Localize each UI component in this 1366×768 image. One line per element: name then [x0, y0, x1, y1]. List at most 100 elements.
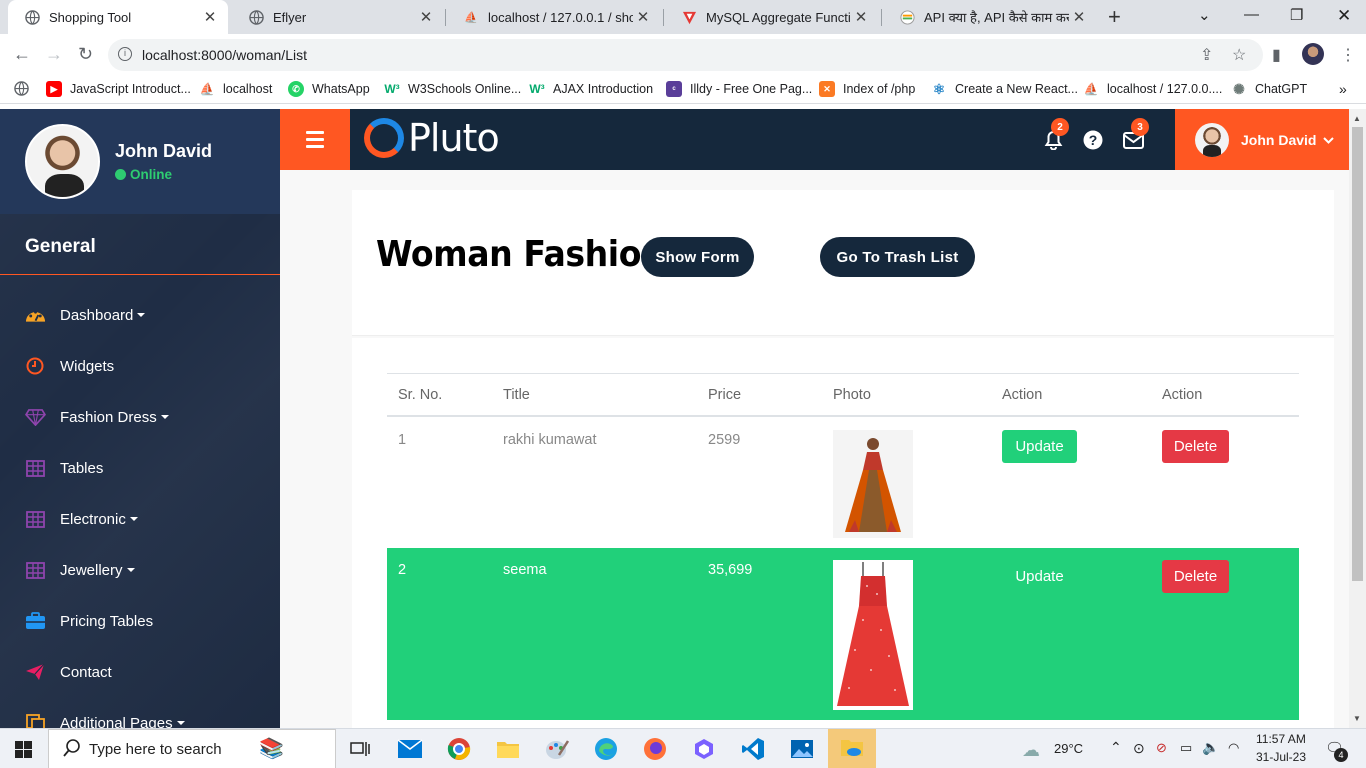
messages-button[interactable]: 3	[1122, 118, 1149, 151]
bookmark-item[interactable]: ⛵ localhost / 127.0.0....	[1083, 81, 1223, 97]
chrome-icon[interactable]	[445, 735, 473, 763]
tray-app-icon[interactable]: ⊙	[1133, 740, 1145, 757]
online-dot-icon	[115, 169, 126, 180]
tab-mysql-aggregate[interactable]: MySQL Aggregate Functions ✕	[665, 0, 879, 34]
side-panel-icon[interactable]: ▮	[1272, 45, 1281, 65]
bookmark-item[interactable]: W³ AJAX Introduction	[529, 81, 653, 97]
dashboard-icon	[24, 304, 46, 326]
top-navbar: Pluto 2 ? 3 John David	[280, 109, 1349, 170]
restore-icon[interactable]: ❐	[1290, 6, 1303, 24]
firefox-icon[interactable]	[641, 735, 669, 763]
bookmark-item[interactable]: ✆ WhatsApp	[288, 81, 370, 97]
tab-eflyer[interactable]: Eflyer ✕	[232, 0, 444, 34]
copilot-app-icon[interactable]	[690, 735, 718, 763]
close-window-icon[interactable]: ✕	[1337, 6, 1351, 26]
new-tab-icon[interactable]: +	[1108, 4, 1121, 30]
tab-title: localhost / 127.0.0.1 / shoping	[488, 9, 633, 25]
sidebar-item-tables[interactable]: Tables	[0, 448, 280, 488]
sidebar-item-additional-pages[interactable]: Additional Pages	[0, 703, 280, 728]
photos-icon[interactable]	[788, 735, 816, 763]
help-button[interactable]: ?	[1082, 129, 1104, 151]
wifi-icon[interactable]: ◠	[1228, 740, 1239, 756]
bookmark-star-icon[interactable]: ☆	[1232, 45, 1246, 65]
tab-search-chevron-icon[interactable]: ⌄	[1198, 6, 1211, 24]
forward-icon[interactable]: →	[45, 44, 63, 65]
bookmark-item[interactable]: ✺ ChatGPT	[1231, 81, 1307, 97]
tray-antivirus-icon[interactable]: ⊘	[1156, 740, 1167, 756]
xampp-icon: ✕	[819, 81, 835, 97]
vscode-icon[interactable]	[739, 735, 767, 763]
close-tab-icon[interactable]: ✕	[851, 8, 871, 26]
sidebar-item-dashboard[interactable]: Dashboard	[0, 295, 280, 335]
paint-icon[interactable]	[543, 735, 571, 763]
browser-menu-icon[interactable]: ⋮	[1340, 45, 1356, 65]
update-button[interactable]: Update	[1002, 430, 1077, 463]
bookmark-item[interactable]: ▶ JavaScript Introduct...	[46, 81, 191, 97]
chatgpt-icon: ✺	[1233, 80, 1245, 97]
scrollbar-thumb[interactable]	[1352, 127, 1363, 581]
sidebar-item-label: Additional Pages	[60, 714, 173, 729]
tab-api-article[interactable]: API क्या है, API कैसे काम करता ✕	[883, 0, 1097, 34]
minimize-icon[interactable]: —	[1244, 6, 1259, 23]
sidebar-item-pricing-tables[interactable]: Pricing Tables	[0, 601, 280, 641]
profile-avatar[interactable]	[1302, 43, 1324, 65]
sidebar-item-electronic[interactable]: Electronic	[0, 499, 280, 539]
file-explorer-icon[interactable]	[494, 735, 522, 763]
close-tab-icon[interactable]: ✕	[416, 8, 436, 26]
apps-globe-icon[interactable]	[14, 81, 29, 96]
sidebar-item-widgets[interactable]: Widgets	[0, 346, 280, 386]
battery-icon[interactable]: ▭	[1180, 740, 1192, 756]
page-scrollbar[interactable]: ▲ ▼	[1349, 109, 1366, 728]
notifications-button[interactable]: 2	[1042, 118, 1069, 151]
share-icon[interactable]: ⇪	[1200, 45, 1213, 65]
task-view-icon[interactable]	[346, 735, 374, 763]
show-form-button[interactable]: Show Form	[641, 237, 754, 277]
sidebar-item-contact[interactable]: Contact	[0, 652, 280, 692]
reload-icon[interactable]: ↻	[78, 44, 93, 65]
clock-time[interactable]: 11:57 AM	[1256, 732, 1306, 746]
url-input[interactable]: localhost:8000/woman/List	[108, 39, 1263, 71]
bookmark-item[interactable]: ⛵ localhost	[199, 81, 273, 97]
weather-temp[interactable]: 29°C	[1054, 741, 1083, 756]
globe-icon	[24, 9, 40, 25]
sidebar-item-jewellery[interactable]: Jewellery	[0, 550, 280, 590]
close-tab-icon[interactable]: ✕	[633, 8, 653, 26]
bookmark-item[interactable]: W³ W3Schools Online...	[384, 81, 521, 97]
back-icon[interactable]: ←	[13, 44, 31, 65]
xampp-taskbar-app[interactable]	[828, 729, 876, 768]
site-info-icon[interactable]: i	[118, 47, 132, 61]
windows-start-icon[interactable]	[15, 741, 32, 763]
scroll-down-icon[interactable]: ▼	[1353, 714, 1361, 723]
tray-chevron-icon[interactable]: ⌃	[1110, 739, 1122, 756]
close-tab-icon[interactable]: ✕	[1069, 8, 1089, 26]
bookmark-label: Illdy - Free One Pag...	[690, 82, 813, 96]
w3schools-icon: W³	[529, 82, 545, 96]
clock-date[interactable]: 31-Jul-23	[1256, 750, 1306, 764]
bookmark-item[interactable]: ⚛ Create a New React...	[931, 81, 1078, 97]
pluto-logo[interactable]: Pluto	[364, 116, 500, 160]
scroll-up-icon[interactable]: ▲	[1353, 114, 1361, 123]
trash-list-button[interactable]: Go To Trash List	[820, 237, 975, 277]
notifications-badge: 2	[1051, 118, 1069, 136]
update-button[interactable]: Update	[1002, 560, 1077, 593]
delete-button[interactable]: Delete	[1162, 560, 1229, 593]
tab-phpmyadmin[interactable]: ⛵ localhost / 127.0.0.1 / shoping ✕	[447, 0, 661, 34]
bookmark-item[interactable]: ✕ Index of /php	[819, 81, 915, 97]
bookmark-item[interactable]: c Illdy - Free One Pag...	[666, 81, 812, 97]
taskbar-search-input[interactable]: Type here to search 📚	[48, 729, 336, 768]
sidebar-toggle-button[interactable]	[280, 109, 350, 170]
volume-icon[interactable]: 🔈	[1202, 739, 1219, 756]
sidebar-item-fashion-dress[interactable]: Fashion Dress	[0, 397, 280, 437]
mail-app-icon[interactable]	[396, 735, 424, 763]
sidebar-item-label: Tables	[60, 459, 104, 477]
close-tab-icon[interactable]: ✕	[200, 8, 220, 26]
column-header: Title	[503, 387, 530, 403]
edge-icon[interactable]	[592, 735, 620, 763]
tab-shopping-tool[interactable]: Shopping Tool ✕	[8, 0, 228, 34]
user-menu-button[interactable]: John David	[1175, 109, 1349, 170]
bookmark-label: localhost / 127.0.0....	[1107, 82, 1223, 96]
status-text: Online	[130, 167, 173, 182]
sidebar-item-label: Dashboard	[60, 306, 134, 324]
more-bookmarks-icon[interactable]: »	[1339, 81, 1347, 97]
delete-button[interactable]: Delete	[1162, 430, 1229, 463]
